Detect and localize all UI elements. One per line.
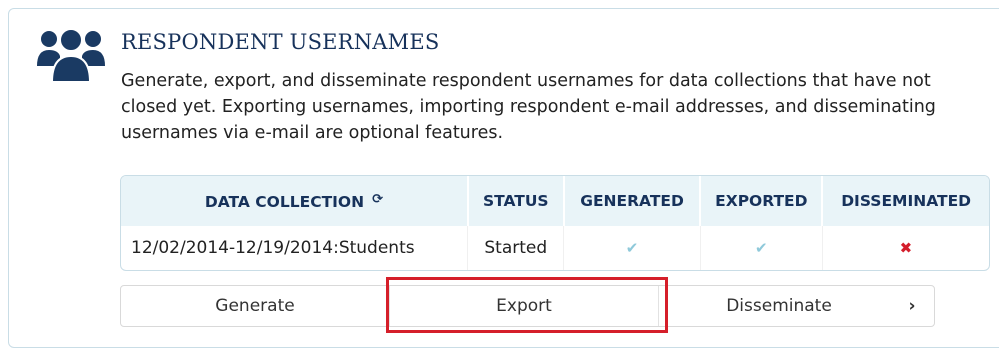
cell-generated: ✔ xyxy=(563,226,701,270)
checkmark-icon: ✔ xyxy=(755,239,768,257)
cell-status: Started xyxy=(467,226,565,270)
chevron-right-icon[interactable]: › xyxy=(891,286,933,326)
section-description: Generate, export, and disseminate respon… xyxy=(121,71,936,143)
disseminate-button[interactable]: Disseminate xyxy=(659,286,899,326)
data-collection-table: DATA COLLECTION ⟳ STATUS GENERATED EXPORT… xyxy=(120,175,990,271)
column-header-data-collection[interactable]: DATA COLLECTION ⟳ xyxy=(121,176,469,226)
column-header-status: STATUS xyxy=(467,176,565,226)
column-header-generated: GENERATED xyxy=(563,176,702,226)
column-header-disseminated: DISSEMINATED xyxy=(822,176,989,226)
column-header-exported: EXPORTED xyxy=(700,176,824,226)
export-button[interactable]: Export xyxy=(389,286,659,326)
section-title: RESPONDENT USERNAMES xyxy=(121,30,440,54)
cell-disseminated: ✖ xyxy=(822,226,989,270)
generate-button[interactable]: Generate xyxy=(121,286,389,326)
cell-data-collection: 12/02/2014-12/19/2014:Students xyxy=(121,226,469,270)
column-header-label: DATA COLLECTION xyxy=(204,192,365,211)
cell-exported: ✔ xyxy=(700,226,823,270)
action-button-group: Generate Export Disseminate › xyxy=(120,285,935,327)
sort-icon[interactable]: ⟳ xyxy=(372,192,383,207)
checkmark-icon: ✔ xyxy=(625,239,639,257)
table-header-row: DATA COLLECTION ⟳ STATUS GENERATED EXPORT… xyxy=(121,176,989,226)
table-row[interactable]: 12/02/2014-12/19/2014:Students Started ✔… xyxy=(121,226,989,270)
cross-icon: ✖ xyxy=(899,239,913,257)
users-group-icon xyxy=(37,28,105,83)
